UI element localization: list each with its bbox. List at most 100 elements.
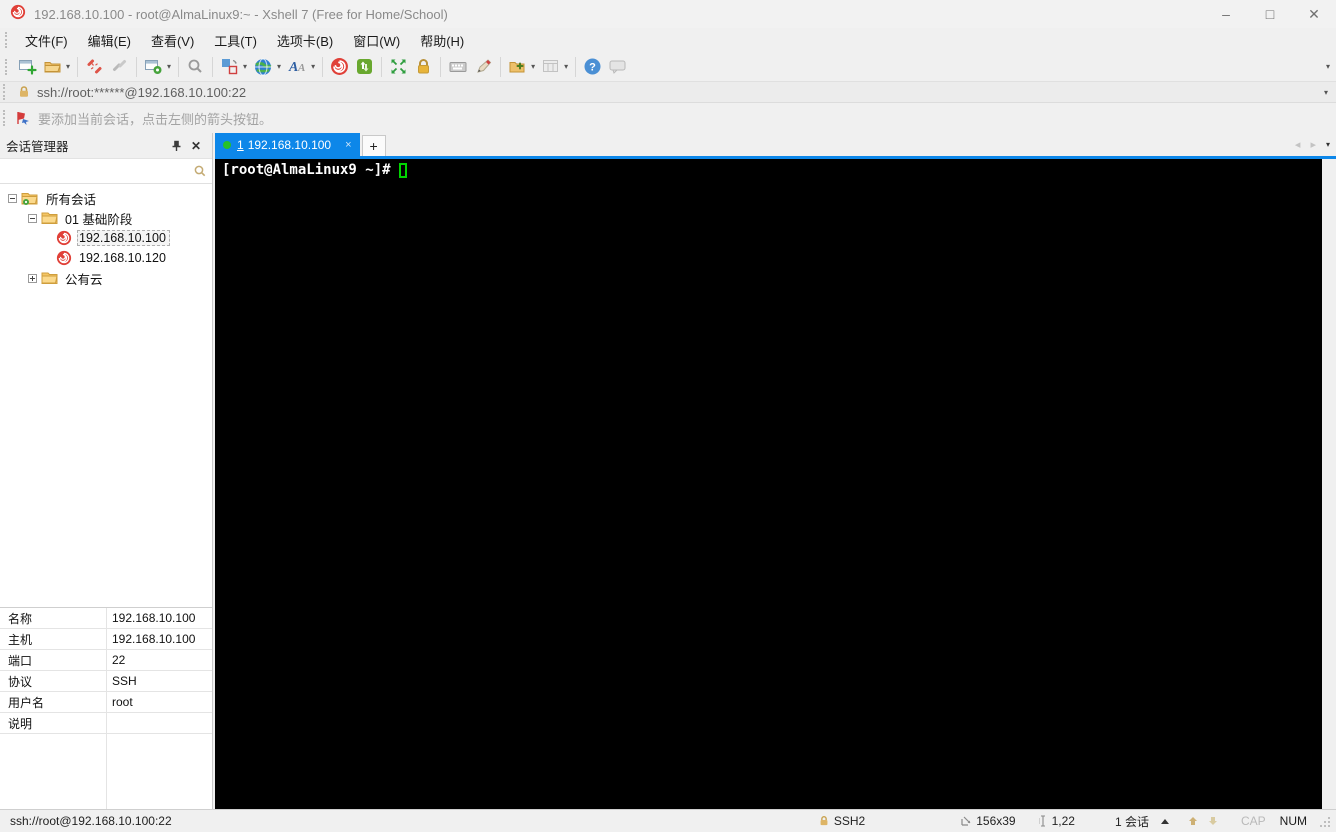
disconnect-icon[interactable] xyxy=(82,55,107,79)
status-session-count[interactable]: 1 会话 xyxy=(1115,813,1169,830)
property-value: SSH xyxy=(112,674,137,688)
pin-panel-icon[interactable] xyxy=(166,136,186,156)
tree-item-folder-cloud[interactable]: 公有云 xyxy=(0,268,212,288)
toolbar-overflow-dropdown[interactable]: ▾ xyxy=(1326,62,1330,71)
xshell-icon[interactable] xyxy=(327,55,352,79)
caps-lock-indicator: CAP xyxy=(1240,814,1266,828)
tab-list-dropdown-icon[interactable]: ▾ xyxy=(1326,140,1330,149)
tab-session-active[interactable]: 1 192.168.10.100 × xyxy=(215,133,360,156)
property-row-host: 主机 192.168.10.100 xyxy=(0,629,212,650)
tree-label[interactable]: 所有会话 xyxy=(46,189,96,208)
session-list-popup-icon[interactable] xyxy=(1160,818,1169,824)
address-url[interactable]: ssh://root:******@192.168.10.100:22 xyxy=(37,85,246,100)
search-icon[interactable] xyxy=(193,164,207,178)
collapse-icon[interactable] xyxy=(8,193,17,203)
minimize-button[interactable]: – xyxy=(1204,0,1248,28)
toolbar-separator xyxy=(178,56,180,77)
property-label: 主机 xyxy=(0,629,107,649)
terminal-cursor xyxy=(398,162,407,178)
tree-label[interactable]: 公有云 xyxy=(65,269,103,288)
menu-view[interactable]: 查看(V) xyxy=(141,28,204,53)
property-value: 192.168.10.100 xyxy=(112,632,196,646)
property-label: 协议 xyxy=(0,671,107,691)
tool-bar: ▾ ▾ ▾ ▾ AA ▾ ▾ ▾ ? ▾ xyxy=(0,52,1336,81)
virtual-keyboard-icon[interactable] xyxy=(445,55,471,79)
menu-edit[interactable]: 编辑(E) xyxy=(78,28,141,53)
help-icon[interactable]: ? xyxy=(580,55,605,79)
tree-item-session-100[interactable]: 192.168.10.100 xyxy=(0,228,212,248)
session-manager-panel: 会话管理器 ✕ 所有会话 01 基础阶段 192.168.10.100 192.… xyxy=(0,133,213,809)
session-properties-dropdown[interactable]: ▾ xyxy=(166,62,174,71)
caret-position-icon xyxy=(1038,815,1048,827)
web-browser-icon[interactable] xyxy=(250,55,276,79)
toolbar-gripper[interactable] xyxy=(3,84,9,100)
xftp-icon[interactable] xyxy=(352,55,377,79)
expand-icon[interactable] xyxy=(28,273,37,283)
open-session-icon[interactable] xyxy=(40,55,65,79)
new-session-icon[interactable] xyxy=(15,55,40,79)
feedback-icon[interactable] xyxy=(605,55,630,79)
terminal-scrollbar[interactable] xyxy=(1322,159,1336,809)
status-connection-url: ssh://root@192.168.10.100:22 xyxy=(10,814,172,828)
tab-close-icon[interactable]: × xyxy=(345,139,351,151)
close-button[interactable]: ✕ xyxy=(1292,0,1336,28)
session-search-input[interactable] xyxy=(0,159,193,183)
reconnect-icon[interactable] xyxy=(107,55,132,79)
property-row-protocol: 协议 SSH xyxy=(0,671,212,692)
window-title: 192.168.10.100 - root@AlmaLinux9:~ - Xsh… xyxy=(34,6,448,22)
maximize-button[interactable]: □ xyxy=(1248,0,1292,28)
status-protocol: SSH2 xyxy=(818,814,865,828)
address-bar[interactable]: ssh://root:******@192.168.10.100:22 ▾ xyxy=(0,81,1336,103)
tree-label[interactable]: 192.168.10.120 xyxy=(79,251,166,265)
property-row-port: 端口 22 xyxy=(0,650,212,671)
new-tab-button[interactable]: + xyxy=(361,135,386,156)
menu-tools[interactable]: 工具(T) xyxy=(204,28,267,53)
close-panel-icon[interactable]: ✕ xyxy=(186,136,206,156)
address-lock-icon xyxy=(17,85,31,99)
tree-label[interactable]: 01 基础阶段 xyxy=(65,209,132,228)
menu-window[interactable]: 窗口(W) xyxy=(343,28,410,53)
info-bar: 要添加当前会话，点击左侧的箭头按钮。 xyxy=(0,103,1336,133)
layout-grid-dropdown[interactable]: ▾ xyxy=(563,62,571,71)
tree-item-session-120[interactable]: 192.168.10.120 xyxy=(0,248,212,268)
fullscreen-icon[interactable] xyxy=(386,55,411,79)
tree-item-all-sessions[interactable]: 所有会话 xyxy=(0,188,212,208)
highlight-pen-icon[interactable] xyxy=(471,55,496,79)
toolbar-gripper[interactable] xyxy=(3,110,9,126)
toolbar-gripper[interactable] xyxy=(5,32,11,48)
menu-tabs[interactable]: 选项卡(B) xyxy=(267,28,343,53)
fonts-icon[interactable]: AA xyxy=(284,55,310,79)
menu-file[interactable]: 文件(F) xyxy=(15,28,78,53)
tab-scroll-controls: ◂ ▸ ▾ xyxy=(1295,138,1330,151)
tab-scroll-left-icon[interactable]: ◂ xyxy=(1295,138,1301,151)
address-history-dropdown[interactable]: ▾ xyxy=(1324,88,1328,97)
scroll-up-icon[interactable] xyxy=(1187,815,1199,827)
property-row-description: 说明 xyxy=(0,713,212,734)
tab-scroll-right-icon[interactable]: ▸ xyxy=(1310,138,1316,151)
property-value: root xyxy=(112,695,133,709)
layout-grid-icon[interactable] xyxy=(538,55,563,79)
find-icon[interactable] xyxy=(183,55,208,79)
compose-pane-dropdown[interactable]: ▾ xyxy=(242,62,250,71)
toolbar-separator xyxy=(381,56,383,77)
resize-grip[interactable] xyxy=(1319,816,1332,832)
session-properties-icon[interactable] xyxy=(141,55,166,79)
new-session-folder-dropdown[interactable]: ▾ xyxy=(530,62,538,71)
fonts-dropdown[interactable]: ▾ xyxy=(310,62,318,71)
new-session-folder-icon[interactable] xyxy=(505,55,530,79)
info-bar-text: 要添加当前会话，点击左侧的箭头按钮。 xyxy=(38,111,273,127)
session-manager-header: 会话管理器 ✕ xyxy=(0,133,212,159)
toolbar-gripper[interactable] xyxy=(5,58,11,75)
property-label: 端口 xyxy=(0,650,107,670)
tree-item-folder-01[interactable]: 01 基础阶段 xyxy=(0,208,212,228)
web-browser-dropdown[interactable]: ▾ xyxy=(276,62,284,71)
menu-help[interactable]: 帮助(H) xyxy=(410,28,474,53)
scroll-down-icon[interactable] xyxy=(1207,815,1219,827)
lock-screen-icon[interactable] xyxy=(411,55,436,79)
collapse-icon[interactable] xyxy=(28,213,37,223)
compose-pane-icon[interactable] xyxy=(217,55,242,79)
terminal-screen[interactable]: [root@AlmaLinux9 ~]# xyxy=(215,159,1336,809)
selected-tree-label[interactable]: 192.168.10.100 xyxy=(77,230,170,246)
add-session-flag-icon[interactable] xyxy=(15,110,32,126)
open-session-dropdown[interactable]: ▾ xyxy=(65,62,73,71)
